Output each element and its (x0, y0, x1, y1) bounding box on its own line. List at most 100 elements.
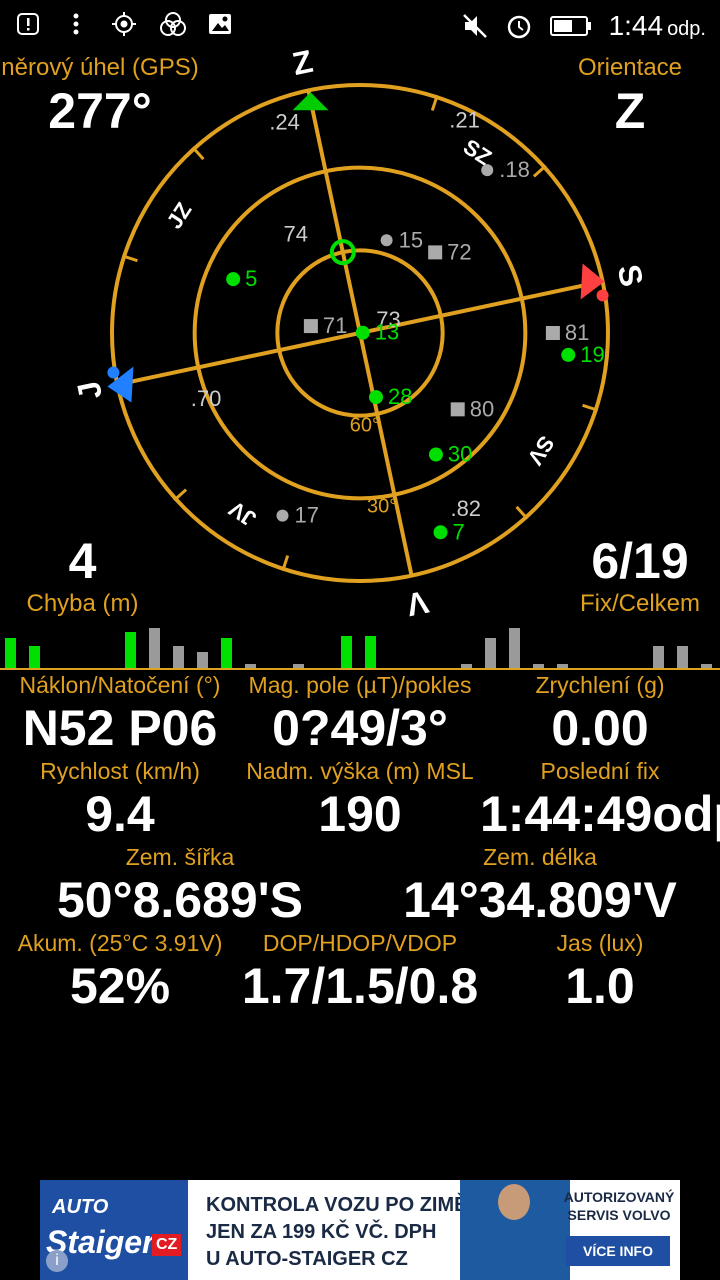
dop-label: DOP/HDOP/VDOP (262, 930, 458, 956)
speed-label: Rychlost (km/h) (40, 758, 200, 784)
alarm-icon (505, 12, 533, 40)
signal-bar (460, 664, 472, 668)
satellite-id: 72 (447, 239, 471, 264)
satellite-used (368, 390, 383, 405)
signal-bar (652, 646, 664, 668)
satellite-id: 17 (294, 503, 318, 528)
satellite-id: .24 (269, 109, 300, 134)
ad-right-text: AUTORIZOVANÝ SERVIS VOLVO (560, 1188, 678, 1224)
ad-line-1: KONTROLA VOZU PO ZIMĚ (206, 1194, 468, 1216)
satellite-id: 13 (375, 320, 399, 345)
satellite-used (561, 347, 576, 362)
tilt-reading: Náklon/Natočení (°) N52 P06 (0, 672, 240, 757)
compass-tick (173, 488, 188, 502)
more-vert-icon (62, 10, 90, 38)
satellite-id: 15 (399, 227, 423, 252)
ad-headline: KONTROLA VOZU PO ZIMĚ JEN ZA 199 KČ VČ. … (206, 1192, 467, 1273)
ad-person-image (460, 1180, 570, 1280)
satellite-id: 28 (388, 384, 412, 409)
satellite-id: 7 (453, 519, 465, 544)
battery-icon (549, 12, 593, 40)
dir-label-right: S (611, 261, 651, 289)
dir-label-se: SV (522, 431, 559, 470)
satellite-id: 19 (580, 342, 604, 367)
satellite-id: 80 (470, 396, 494, 421)
compass-tick (532, 164, 547, 178)
mag-field-reading: Mag. pole (µT)/pokles 0?49/3° (240, 672, 480, 757)
satellite-unused (380, 234, 393, 247)
compass-tick (515, 505, 529, 520)
ad-banner[interactable]: AUTO Staiger CZ i KONTROLA VOZU PO ZIMĚ … (40, 1180, 680, 1280)
satellite-unused (481, 164, 494, 177)
battery-label: Akum. (25°C 3.91V) (17, 930, 223, 956)
gps-icon (110, 10, 138, 38)
dir-label-top: Z (289, 50, 316, 82)
dop-value: 1.7/1.5/0.8 (241, 958, 479, 1014)
signal-bar (148, 628, 160, 668)
satellite-id: .82 (450, 496, 481, 521)
signal-bar (172, 646, 184, 668)
dir-label-bottom: V (403, 584, 432, 620)
satellite-used (428, 447, 443, 462)
satellite-glonass (303, 319, 318, 334)
signal-bar (4, 638, 16, 668)
longitude-reading: Zem. délka 14°34.809'V (360, 844, 720, 929)
dir-label-left: J (70, 378, 109, 403)
speed-value: 9.4 (85, 786, 155, 842)
signal-bar-chart (0, 620, 720, 672)
ad-right-line-1: AUTORIZOVANÝ (563, 1189, 675, 1205)
ad-right-line-2: SERVIS VOLVO (567, 1207, 671, 1223)
mag-field-value: 0?49/3° (272, 700, 448, 756)
circles-icon (158, 10, 186, 38)
elevation-label: 60° (350, 414, 380, 436)
satellite-used (226, 272, 241, 287)
satellite-id: 71 (323, 313, 347, 338)
signal-bar (340, 636, 352, 668)
latitude-value: 50°8.689'S (57, 872, 303, 928)
satellite-id: .18 (499, 157, 530, 182)
signal-bar (364, 636, 376, 668)
ad-logo-cz: CZ (152, 1234, 182, 1256)
satellite-id: 30 (448, 442, 472, 467)
south-dot-icon (596, 289, 609, 302)
signal-bar (124, 632, 136, 668)
compass-tick (191, 146, 205, 161)
last-fix-reading: Poslední fix 1:44:49odp (480, 758, 720, 843)
signal-bar (700, 664, 712, 668)
satellite-glonass (450, 402, 465, 417)
satellite-unused (276, 509, 289, 522)
signal-bar (556, 664, 568, 668)
acceleration-label: Zrychlení (g) (535, 672, 665, 698)
status-bar: 1:44 odp. (0, 0, 720, 52)
bearing-dot-icon (107, 366, 120, 379)
satellite-id: 5 (245, 266, 257, 291)
clock-time: 1:44 (608, 10, 664, 41)
brightness-label: Jas (lux) (556, 930, 644, 956)
battery-value: 52% (69, 958, 171, 1014)
ad-logo: AUTO Staiger CZ i (40, 1180, 188, 1280)
altitude-label: Nadm. výška (m) MSL (246, 758, 474, 784)
elevation-label: 30° (367, 495, 397, 517)
satellite-glonass (428, 245, 443, 260)
dir-label-sw: JV (224, 496, 260, 532)
acceleration-reading: Zrychlení (g) 0.00 (480, 672, 720, 757)
signal-bar (28, 646, 40, 668)
ad-logo-auto: AUTO (52, 1196, 109, 1218)
longitude-value: 14°34.809'V (403, 872, 677, 928)
battery-reading: Akum. (25°C 3.91V) 52% (0, 930, 240, 1015)
mute-icon (461, 12, 489, 40)
signal-bar (292, 664, 304, 668)
signal-baseline (0, 668, 720, 670)
acceleration-value: 0.00 (551, 700, 649, 756)
signal-bar (244, 664, 256, 668)
satellite-used (355, 325, 370, 340)
mag-field-label: Mag. pole (µT)/pokles (248, 672, 472, 698)
signal-bar (532, 664, 544, 668)
satellite-id: 74 (283, 222, 307, 247)
longitude-label: Zem. délka (483, 844, 597, 870)
ad-more-info-button[interactable]: VÍCE INFO (566, 1236, 670, 1266)
brightness-value: 1.0 (565, 958, 635, 1014)
info-icon[interactable]: i (46, 1250, 68, 1272)
dir-label-ne: SZ (459, 134, 496, 170)
signal-bar (196, 652, 208, 668)
